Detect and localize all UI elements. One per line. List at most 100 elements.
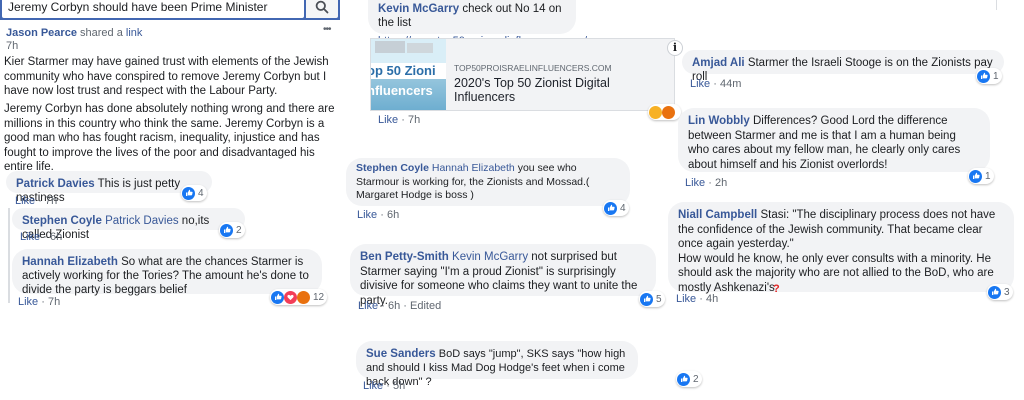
comment-author[interactable]: Niall Campbell xyxy=(678,209,757,221)
post-author[interactable]: Jason Pearce xyxy=(6,27,77,39)
comment-author[interactable]: Patrick Davies xyxy=(16,178,95,190)
comment-author[interactable]: Lin Wobbly xyxy=(688,115,750,127)
comment-bubble: Kevin McGarry check out No 14 on the lis… xyxy=(368,0,587,47)
reaction-count[interactable]: 1 xyxy=(968,168,994,184)
reaction-count[interactable]: 1 xyxy=(976,68,1002,84)
comment-time[interactable]: 7h xyxy=(408,114,420,126)
reaction-number: 4 xyxy=(620,202,626,214)
reaction-number: 4 xyxy=(198,187,204,199)
like-button[interactable]: Like xyxy=(685,177,705,189)
like-reaction-icon xyxy=(220,223,233,237)
comment-meta: Like · 6h xyxy=(357,209,400,221)
comment-time[interactable]: 5h xyxy=(393,380,405,392)
reaction-number: 2 xyxy=(693,373,699,385)
comment-meta: Like · 44m xyxy=(690,78,742,90)
post-time[interactable]: 7h xyxy=(6,40,18,52)
question-mark: ? xyxy=(773,283,780,295)
like-reaction-icon xyxy=(677,372,690,386)
like-reaction-icon xyxy=(640,292,653,306)
comment-tag[interactable]: Kevin McGarry xyxy=(452,251,528,263)
like-button[interactable]: Like xyxy=(18,296,38,308)
comment-author[interactable]: Stephen Coyle xyxy=(22,215,102,227)
comment-author[interactable]: Kevin McGarry xyxy=(378,3,459,15)
wow-reaction-icon xyxy=(649,105,662,119)
image-text-line: op 50 Zioni xyxy=(371,63,446,79)
image-text-line: nfluencers xyxy=(371,83,433,98)
reaction-number: 1 xyxy=(985,170,991,182)
reaction-count[interactable]: 3 xyxy=(987,284,1013,300)
reaction-count[interactable]: 4 xyxy=(181,185,207,201)
search-icon xyxy=(315,0,329,19)
like-button[interactable]: Like xyxy=(15,195,35,207)
like-button[interactable]: Like xyxy=(690,78,710,90)
reaction-number: 12 xyxy=(313,291,325,303)
reaction-number: 3 xyxy=(1004,286,1010,298)
comment-time[interactable]: 7h xyxy=(48,296,60,308)
post-header: Jason Pearce shared a link xyxy=(6,27,142,39)
comment-meta: Like · 4h xyxy=(676,293,719,305)
post-action: shared a xyxy=(80,27,123,39)
like-button[interactable]: Like xyxy=(358,300,378,312)
comment-meta: Like · 5h xyxy=(363,380,406,392)
comment-tag[interactable]: Hannah Elizabeth xyxy=(432,162,515,174)
comment-time[interactable]: 6h xyxy=(388,300,400,312)
reaction-count[interactable]: 5 xyxy=(639,291,665,307)
comment-author[interactable]: Hannah Elizabeth xyxy=(22,256,118,268)
reaction-number: 2 xyxy=(236,224,242,236)
comment-author[interactable]: Amjad Ali xyxy=(692,57,745,69)
post-paragraph-1: Kier Starmer may have gained trust with … xyxy=(4,56,329,97)
comment-author[interactable]: Sue Sanders xyxy=(366,348,436,360)
comment-time[interactable]: 7h xyxy=(45,195,57,207)
comment-tag[interactable]: Patrick Davies xyxy=(105,215,179,227)
comment-time[interactable]: 4h xyxy=(706,293,718,305)
comment-bubble: Niall Campbell Stasi: "The disciplinary … xyxy=(668,202,1014,294)
comment-author[interactable]: Ben Petty-Smith xyxy=(360,251,449,263)
comment-bubble: Lin Wobbly Differences? Good Lord the di… xyxy=(678,108,990,172)
info-icon[interactable]: i xyxy=(667,40,683,56)
link-preview-domain: TOP50PROISRAELINFLUENCERS.COM xyxy=(454,63,612,73)
like-button[interactable]: Like xyxy=(378,114,398,126)
like-reaction-icon xyxy=(604,201,617,215)
comment-meta: Like · 6h xyxy=(20,231,63,243)
reply-thread-line xyxy=(8,208,10,303)
link-preview-image: op 50 Zioni nfluencers xyxy=(371,39,446,110)
more-options-button[interactable]: ••• xyxy=(323,24,331,35)
comment-time[interactable]: 6h xyxy=(50,231,62,243)
like-reaction-icon xyxy=(182,186,195,200)
like-button[interactable]: Like xyxy=(357,209,377,221)
comment-meta: Like · 2h xyxy=(685,177,728,189)
comment-bubble: Hannah Elizabeth So what are the chances… xyxy=(12,249,322,296)
like-reaction-icon xyxy=(977,69,990,83)
edited-label: Edited xyxy=(410,300,442,312)
reaction-count[interactable] xyxy=(648,104,681,120)
comment-bubble: Stephen Coyle Patrick Davies no,its call… xyxy=(12,208,245,241)
reaction-count[interactable]: 2 xyxy=(219,222,245,238)
comment-author[interactable]: Stephen Coyle xyxy=(356,162,429,174)
right-divider xyxy=(996,0,997,10)
love-reaction-icon xyxy=(284,290,297,304)
comment-time[interactable]: 2h xyxy=(715,177,727,189)
post-paragraph-2: Jeremy Corbyn has done absolutely nothin… xyxy=(4,103,335,173)
post-link-word[interactable]: link xyxy=(126,27,143,39)
comment-meta: Like · 6h · Edited xyxy=(358,300,442,312)
like-button[interactable]: Like xyxy=(20,231,40,243)
like-reaction-icon xyxy=(271,290,284,304)
search-button[interactable] xyxy=(306,0,338,18)
reaction-count[interactable]: 4 xyxy=(603,200,629,216)
comment-bubble: Ben Petty-Smith Kevin McGarry not surpri… xyxy=(350,244,656,307)
comment-bubble: Stephen Coyle Hannah Elizabeth you see w… xyxy=(346,158,630,206)
angry-reaction-icon xyxy=(297,290,310,304)
reaction-count[interactable]: 12 xyxy=(270,289,328,305)
like-reaction-icon xyxy=(988,285,1001,299)
comment-time[interactable]: 6h xyxy=(387,209,399,221)
like-button[interactable]: Like xyxy=(676,293,696,305)
comment-time[interactable]: 44m xyxy=(720,78,741,90)
like-button[interactable]: Like xyxy=(363,380,383,392)
search-input[interactable]: Jeremy Corbyn should have been Prime Min… xyxy=(2,0,304,18)
angry-reaction-icon xyxy=(662,105,675,119)
comment-bubble: Sue Sanders BoD says "jump", SKS says "h… xyxy=(356,341,638,388)
link-preview-card[interactable]: op 50 Zioni nfluencers TOP50PROISRAELINF… xyxy=(370,38,675,111)
comment-meta: Like · 7h xyxy=(18,296,61,308)
comment-meta: Like · 7h xyxy=(15,195,58,207)
reaction-count[interactable]: 2 xyxy=(676,371,702,387)
